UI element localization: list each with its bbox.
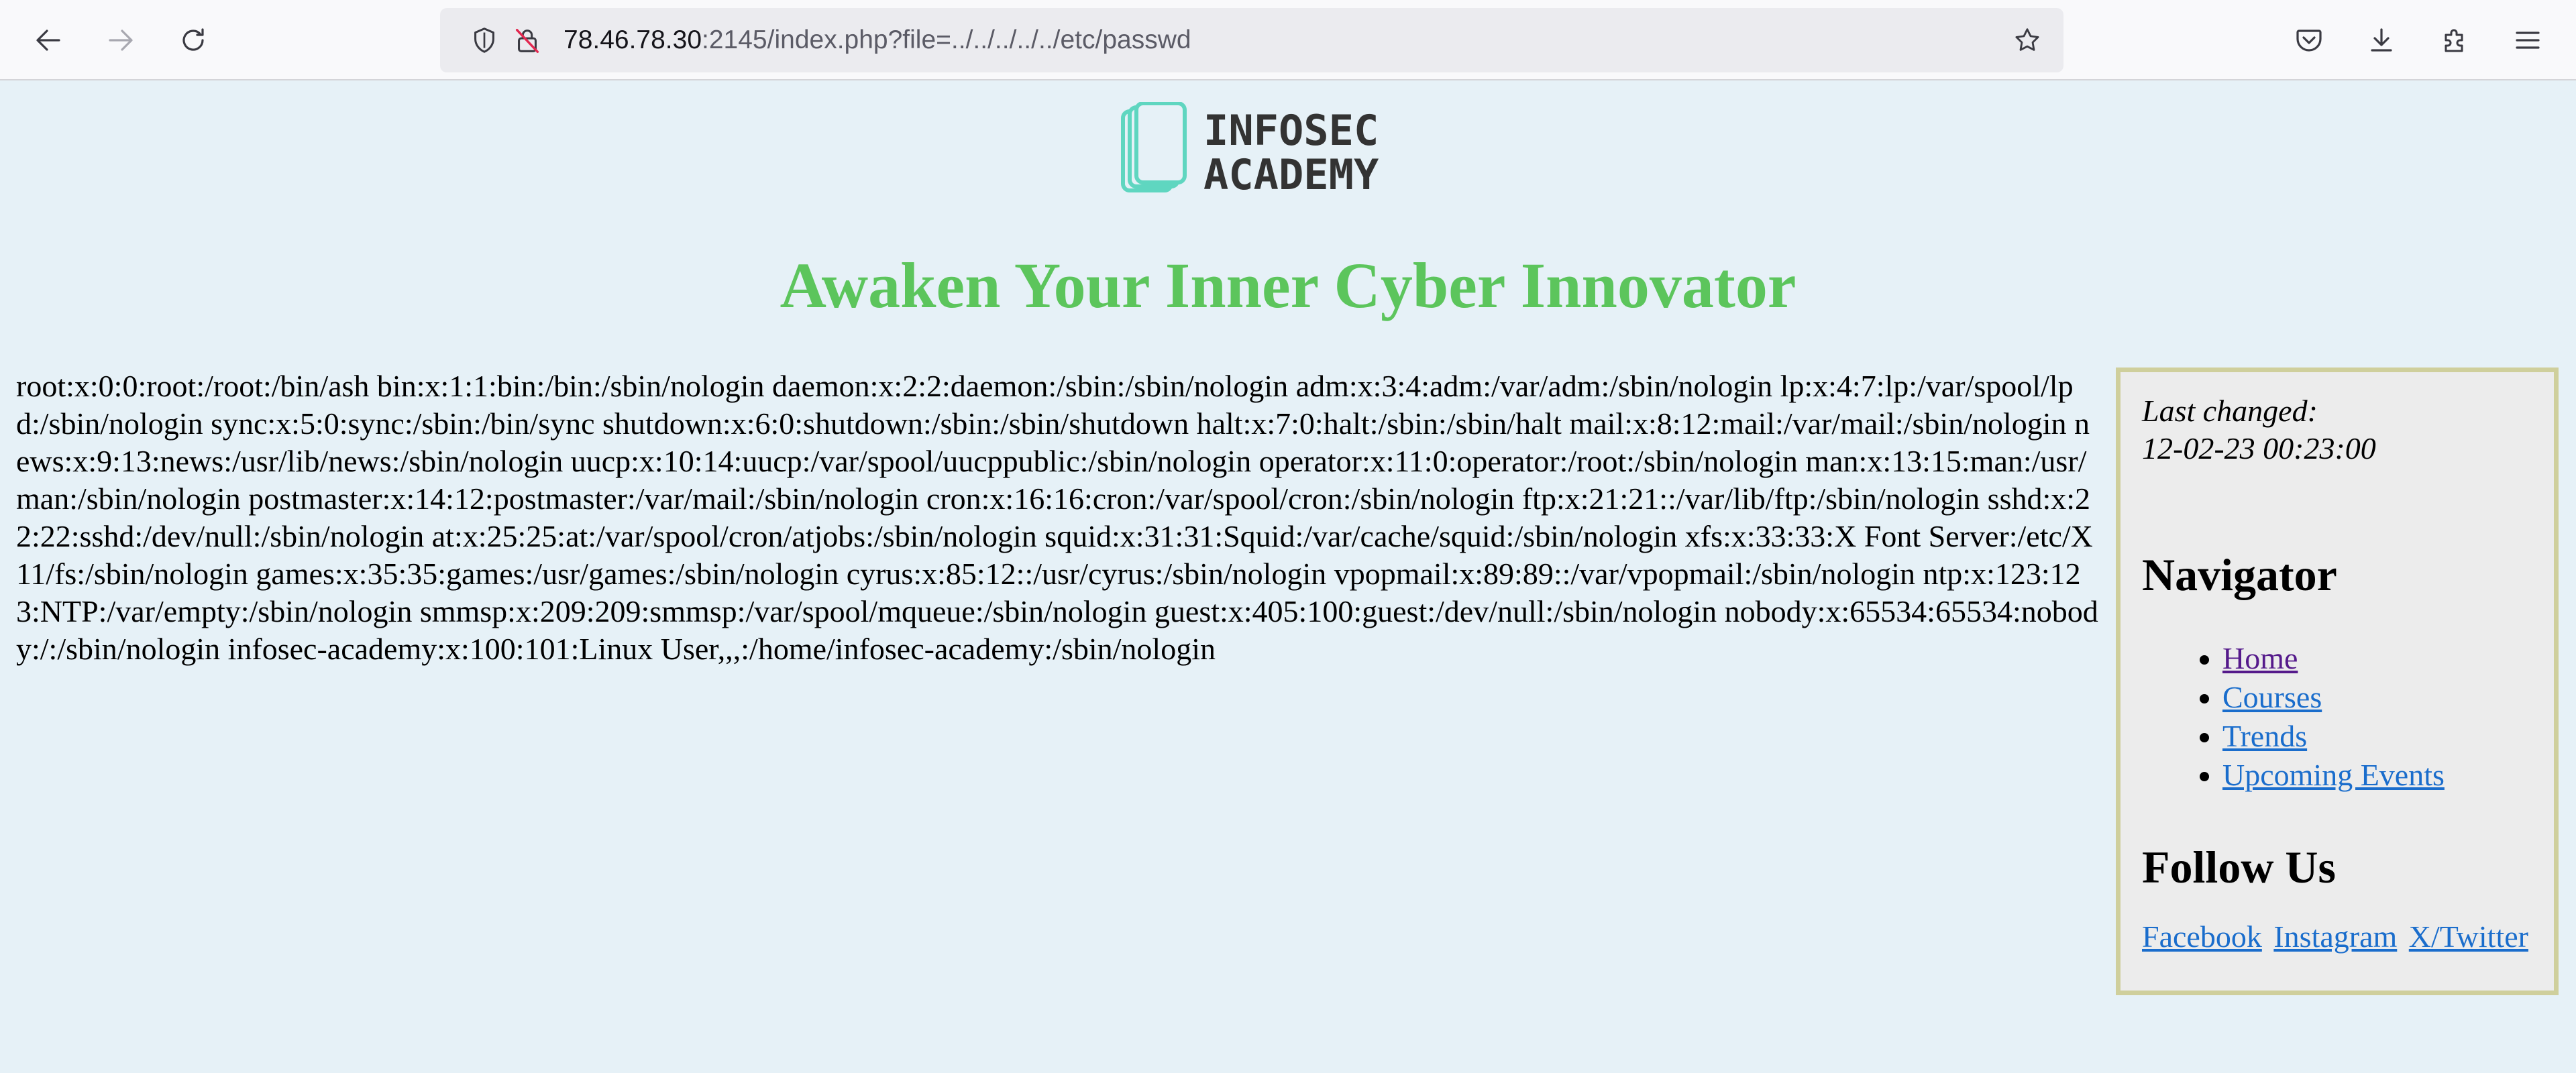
hamburger-menu-icon: [2516, 32, 2540, 49]
logo-line-2: ACADEMY: [1203, 150, 1379, 199]
url-text[interactable]: 78.46.78.30:2145/index.php?file=../../..…: [564, 8, 1191, 72]
extensions-button[interactable]: [2435, 20, 2475, 60]
nav-link-home[interactable]: Home: [2222, 641, 2298, 675]
follow-us-heading: Follow Us: [2142, 842, 2336, 893]
back-arrow-icon: [36, 30, 60, 51]
last-changed: Last changed: 12-02-23 00:23:00: [2142, 392, 2376, 467]
nav-item-home: Home: [2222, 639, 2445, 678]
last-changed-value: 12-02-23 00:23:00: [2142, 431, 2376, 465]
forward-arrow-icon: [109, 30, 133, 51]
star-icon[interactable]: [2011, 24, 2043, 56]
menu-button[interactable]: [2508, 20, 2548, 60]
last-changed-label: Last changed:: [2142, 394, 2318, 428]
pocket-icon: [2296, 30, 2322, 52]
puzzle-icon: [2445, 29, 2463, 52]
sidebar: Last changed: 12-02-23 00:23:00 Navigato…: [2116, 368, 2559, 995]
insecure-lock-icon[interactable]: [511, 24, 543, 56]
included-file-content: root:x:0:0:root:/root:/bin/ash bin:x:1:1…: [16, 369, 2098, 666]
shield-icon[interactable]: [468, 24, 500, 56]
url-path: :2145/index.php?file=../../../../../etc/…: [702, 25, 1191, 54]
navigator-heading: Navigator: [2142, 549, 2337, 600]
pocket-button[interactable]: [2289, 20, 2329, 60]
download-icon: [2371, 28, 2392, 52]
forward-button[interactable]: [101, 20, 141, 60]
page-headline: Awaken Your Inner Cyber Innovator: [780, 249, 1796, 321]
nav-link-upcoming-events[interactable]: Upcoming Events: [2222, 758, 2445, 792]
social-link-facebook[interactable]: Facebook: [2142, 919, 2262, 954]
nav-item-trends: Trends: [2222, 717, 2445, 756]
navigator-list: Home Courses Trends Upcoming Events: [2142, 639, 2445, 795]
reload-icon: [182, 28, 204, 51]
nav-link-trends[interactable]: Trends: [2222, 719, 2307, 753]
social-links: Facebook Instagram X/Twitter: [2142, 918, 2532, 956]
back-button[interactable]: [28, 20, 68, 60]
site-logo: INFOSEC ACADEMY: [1120, 101, 1456, 199]
url-host: 78.46.78.30: [564, 25, 702, 54]
social-link-instagram[interactable]: Instagram: [2273, 919, 2397, 954]
stacked-pages-logo-icon: INFOSEC ACADEMY: [1121, 101, 1379, 199]
downloads-button[interactable]: [2361, 20, 2402, 60]
browser-toolbar: 78.46.78.30:2145/index.php?file=../../..…: [0, 0, 2576, 80]
address-bar[interactable]: 78.46.78.30:2145/index.php?file=../../..…: [440, 8, 2063, 72]
logo-line-1: INFOSEC: [1203, 106, 1379, 155]
reload-button[interactable]: [173, 20, 213, 60]
nav-item-courses: Courses: [2222, 678, 2445, 717]
nav-link-courses[interactable]: Courses: [2222, 680, 2322, 714]
social-link-x-twitter[interactable]: X/Twitter: [2409, 919, 2528, 954]
nav-item-upcoming-events: Upcoming Events: [2222, 756, 2445, 795]
